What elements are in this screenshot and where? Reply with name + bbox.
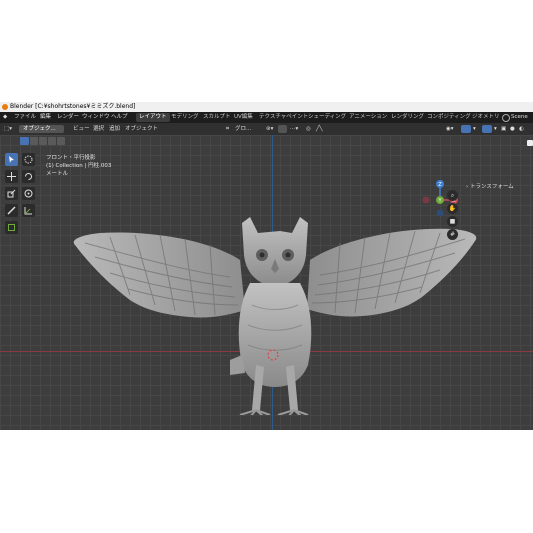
select-mode-extend[interactable]	[30, 137, 38, 145]
tab-geometry[interactable]: ジオメトリ	[469, 113, 503, 122]
solid-shading-icon[interactable]: ●	[510, 123, 515, 135]
view-name: フロント・平行投影	[46, 155, 96, 161]
window-title: Blender [C:¥shohrtstones¥ミミズク.blend]	[10, 103, 136, 110]
gizmo-toggle[interactable]	[461, 125, 471, 133]
add-cube-icon[interactable]	[5, 221, 18, 234]
transform-orientation[interactable]: グロ...	[235, 123, 251, 135]
transform-panel-header[interactable]: › トランスフォーム	[466, 182, 514, 190]
blender-window: Blender [C:¥shohrtstones¥ミミズク.blend] ◆ フ…	[0, 102, 533, 430]
tab-texture-paint[interactable]: テクスチャペイント	[256, 113, 311, 122]
transform-orientation-icon[interactable]: ⌗	[226, 123, 229, 135]
title-bar: Blender [C:¥shohrtstones¥ミミズク.blend]	[0, 102, 533, 112]
falloff-icon[interactable]: ╱╲	[316, 123, 323, 135]
gizmo-dropdown-icon[interactable]: ▾	[473, 123, 476, 135]
tab-modeling[interactable]: モデリング	[168, 113, 202, 122]
cursor-icon[interactable]	[22, 153, 35, 166]
tab-shading[interactable]: シェーディング	[305, 113, 349, 122]
viewport-header: ⬚▾ オブジェク... ビュー 選択 追加 オブジェクト ⌗ グロ... ⊛▾ …	[0, 123, 533, 135]
move-icon[interactable]	[5, 170, 18, 183]
top-bar: ◆ ファイル 編集 レンダー ウィンドウ ヘルプ レイアウト モデリング スカル…	[0, 112, 533, 123]
tab-rendering[interactable]: レンダリング	[388, 113, 427, 122]
tab-layout[interactable]: レイアウト	[136, 113, 170, 122]
zoom-icon[interactable]: ⌕	[447, 190, 458, 201]
select-mode-subtract[interactable]	[39, 137, 47, 145]
tab-animation[interactable]: アニメーション	[346, 113, 390, 122]
overlay-toggle[interactable]	[482, 125, 492, 133]
owl-sculpture[interactable]	[70, 215, 480, 415]
snap-toggle[interactable]	[278, 125, 287, 133]
mode-label: オブジェク...	[23, 126, 56, 132]
visibility-icon[interactable]: ◉▾	[446, 123, 454, 135]
menu-object[interactable]: オブジェクト	[125, 123, 158, 135]
measure-icon[interactable]	[22, 204, 35, 217]
letterbox-bottom	[0, 430, 533, 533]
menu-render[interactable]: レンダー	[57, 112, 79, 123]
tab-compositing[interactable]: コンポジティング	[424, 113, 474, 122]
pivot-icon[interactable]: ⊛▾	[266, 123, 273, 135]
menu-add[interactable]: 追加	[109, 123, 120, 135]
npanel-toggle[interactable]	[527, 140, 533, 146]
proportional-edit-icon[interactable]: ◎	[306, 123, 311, 135]
transform-panel-label: トランスフォーム	[469, 184, 514, 190]
collection-info: (1) Collection | 円柱.003	[46, 163, 112, 169]
select-mode-new[interactable]	[20, 137, 29, 145]
3d-viewport[interactable]: フロント・平行投影 (1) Collection | 円柱.003 メートル ›…	[0, 135, 533, 430]
grid-icon[interactable]: #	[447, 229, 458, 240]
menu-view[interactable]: ビュー	[73, 123, 90, 135]
pan-icon[interactable]: ✋	[447, 203, 458, 214]
rotate-icon[interactable]	[22, 170, 35, 183]
blender-menu-icon[interactable]: ◆	[3, 112, 7, 123]
select-icon[interactable]	[5, 153, 18, 166]
material-shading-icon[interactable]: ◐	[519, 123, 524, 135]
transform-icon[interactable]	[22, 187, 35, 200]
select-mode-invert[interactable]	[48, 137, 56, 145]
letterbox-top	[0, 0, 533, 102]
annotate-icon[interactable]	[5, 204, 18, 217]
menu-edit[interactable]: 編集	[40, 112, 51, 123]
tab-sculpt[interactable]: スカルプト	[200, 113, 234, 122]
unit-info: メートル	[46, 171, 69, 177]
snap-icon[interactable]: ⋯▾	[290, 123, 298, 135]
gizmo-z-label: Z	[438, 182, 442, 188]
scene-icon[interactable]	[502, 114, 510, 122]
menu-help[interactable]: ヘルプ	[111, 112, 128, 123]
camera-icon[interactable]: ■	[447, 216, 458, 227]
menu-file[interactable]: ファイル	[14, 112, 36, 123]
blender-logo-icon	[2, 104, 8, 110]
scene-selector[interactable]: Scene	[511, 112, 528, 123]
navigation-gizmo[interactable]: Z X Y	[419, 180, 463, 220]
scale-icon[interactable]	[5, 187, 18, 200]
menu-select[interactable]: 選択	[93, 123, 104, 135]
editor-type-icon[interactable]: ⬚▾	[4, 123, 12, 135]
select-mode-intersect[interactable]	[57, 137, 65, 145]
tab-uv-editing[interactable]: UV編集	[231, 113, 256, 122]
overlay-dropdown-icon[interactable]: ▾	[494, 123, 497, 135]
xray-icon[interactable]: ▣	[501, 123, 506, 135]
menu-window[interactable]: ウィンドウ	[82, 112, 110, 123]
